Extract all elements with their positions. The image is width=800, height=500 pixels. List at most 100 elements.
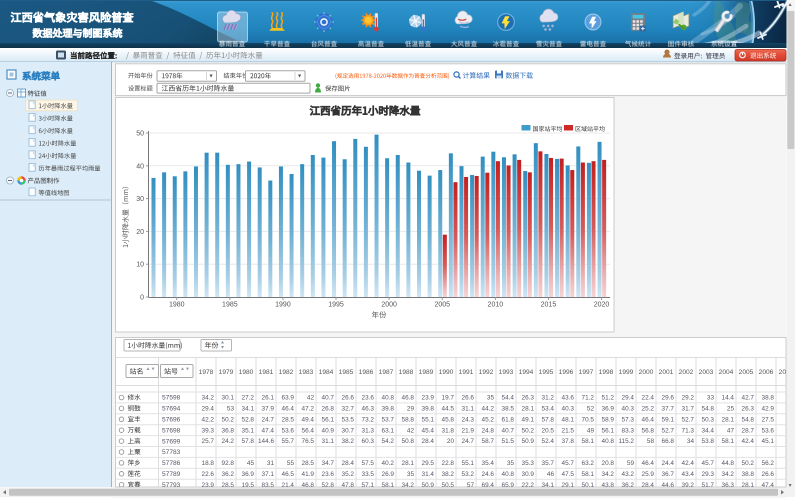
svg-text:39.3: 39.3 (202, 427, 215, 434)
svg-text:51.5: 51.5 (502, 438, 515, 445)
svg-text:52.7: 52.7 (662, 427, 675, 434)
svg-text:36.7: 36.7 (662, 471, 675, 478)
svg-text:35.2: 35.2 (342, 471, 355, 478)
svg-text:40.7: 40.7 (502, 427, 515, 434)
svg-text:46.8: 46.8 (402, 395, 415, 402)
svg-text:37.1: 37.1 (262, 471, 275, 478)
svg-text:55.1: 55.1 (422, 416, 435, 423)
svg-text:28.5: 28.5 (282, 416, 295, 423)
svg-text:58.8: 58.8 (402, 416, 415, 423)
svg-text:23.6: 23.6 (322, 471, 335, 478)
svg-text:25.2: 25.2 (642, 406, 655, 413)
svg-text:10: 10 (136, 262, 144, 269)
svg-text:40.3: 40.3 (562, 406, 575, 413)
svg-text:33.5: 33.5 (362, 471, 375, 478)
svg-text:25.7: 25.7 (202, 438, 215, 445)
svg-text:53: 53 (227, 406, 235, 413)
svg-text:61.8: 61.8 (502, 416, 515, 423)
svg-text:35.3: 35.3 (522, 460, 535, 467)
svg-text:1999: 1999 (619, 369, 634, 376)
svg-text:29.2: 29.2 (682, 395, 695, 402)
svg-text:54.4: 54.4 (502, 395, 515, 402)
svg-text:28.5: 28.5 (302, 460, 315, 467)
svg-text:1985: 1985 (339, 369, 354, 376)
svg-text:27.2: 27.2 (242, 395, 255, 402)
svg-text:40: 40 (136, 163, 144, 170)
svg-text:28.4: 28.4 (422, 438, 435, 445)
svg-text:26.6: 26.6 (342, 395, 355, 402)
svg-text:31.7: 31.7 (682, 406, 695, 413)
svg-text:22.4: 22.4 (642, 395, 655, 402)
svg-text:55.7: 55.7 (282, 438, 295, 445)
svg-text:53.8: 53.8 (702, 438, 715, 445)
svg-text:1992: 1992 (479, 369, 494, 376)
svg-text:28.1: 28.1 (522, 406, 535, 413)
svg-text:42.4: 42.4 (742, 438, 755, 445)
svg-text:59: 59 (627, 460, 635, 467)
svg-text:48.1: 48.1 (562, 416, 575, 423)
svg-text:57.8: 57.8 (242, 438, 255, 445)
svg-text:37.8: 37.8 (562, 438, 575, 445)
svg-text:53.4: 53.4 (542, 406, 555, 413)
svg-text:57.8: 57.8 (542, 416, 555, 423)
svg-text:70.5: 70.5 (582, 416, 595, 423)
svg-text:29.4: 29.4 (622, 395, 635, 402)
svg-text:40.9: 40.9 (322, 427, 335, 434)
svg-text:59.1: 59.1 (662, 416, 675, 423)
svg-text:36.8: 36.8 (222, 427, 235, 434)
svg-text:42: 42 (407, 427, 415, 434)
svg-text:1993: 1993 (499, 369, 514, 376)
svg-text:54.2: 54.2 (382, 438, 395, 445)
svg-text:34.4: 34.4 (702, 427, 715, 434)
svg-text:35.1: 35.1 (242, 427, 255, 434)
svg-text:29.6: 29.6 (662, 395, 675, 402)
svg-text:54.8: 54.8 (702, 406, 715, 413)
svg-text:1998: 1998 (599, 369, 614, 376)
svg-text:28.1: 28.1 (722, 416, 735, 423)
svg-text:39.8: 39.8 (382, 406, 395, 413)
svg-text:1978: 1978 (199, 369, 214, 376)
svg-text:29.4: 29.4 (202, 406, 215, 413)
svg-text:29.3: 29.3 (702, 471, 715, 478)
svg-text:58.1: 58.1 (722, 438, 735, 445)
svg-text:50.3: 50.3 (702, 416, 715, 423)
svg-text:58.1: 58.1 (582, 438, 595, 445)
svg-text:57694: 57694 (162, 406, 181, 413)
svg-text:50.2: 50.2 (742, 460, 755, 467)
svg-text:38.8: 38.8 (742, 471, 755, 478)
svg-text:27.5: 27.5 (762, 416, 775, 423)
svg-text:18.8: 18.8 (202, 460, 215, 467)
svg-text:1981: 1981 (259, 369, 274, 376)
svg-text:56.2: 56.2 (762, 460, 775, 467)
svg-text:35: 35 (407, 471, 415, 478)
svg-text:1980: 1980 (169, 302, 185, 309)
svg-text:1994: 1994 (519, 369, 534, 376)
svg-text:50.2: 50.2 (522, 427, 535, 434)
svg-text:58.9: 58.9 (602, 416, 615, 423)
svg-text:23.6: 23.6 (362, 395, 375, 402)
svg-text:44.2: 44.2 (482, 406, 495, 413)
svg-text:53.6: 53.6 (282, 427, 295, 434)
svg-text:2015: 2015 (541, 302, 557, 309)
svg-text:56.4: 56.4 (302, 427, 315, 434)
svg-text:53.7: 53.7 (382, 416, 395, 423)
svg-text:1980: 1980 (239, 369, 254, 376)
svg-text:45.4: 45.4 (422, 427, 435, 434)
svg-text:57783: 57783 (162, 449, 181, 456)
svg-text:22.6: 22.6 (202, 471, 215, 478)
svg-text:31.1: 31.1 (322, 438, 335, 445)
svg-text:26.3: 26.3 (742, 406, 755, 413)
svg-text:2003: 2003 (699, 369, 714, 376)
svg-text:1990: 1990 (275, 302, 291, 309)
svg-text:42.7: 42.7 (742, 395, 755, 402)
svg-text:40.3: 40.3 (622, 406, 635, 413)
svg-text:1988: 1988 (399, 369, 414, 376)
svg-text:40.7: 40.7 (322, 395, 335, 402)
svg-text:46.3: 46.3 (362, 406, 375, 413)
svg-text:36.2: 36.2 (222, 471, 235, 478)
svg-text:45.8: 45.8 (442, 416, 455, 423)
svg-text:58: 58 (647, 438, 655, 445)
svg-text:26.6: 26.6 (762, 471, 775, 478)
svg-text:21.9: 21.9 (462, 427, 475, 434)
svg-text:52: 52 (587, 406, 595, 413)
